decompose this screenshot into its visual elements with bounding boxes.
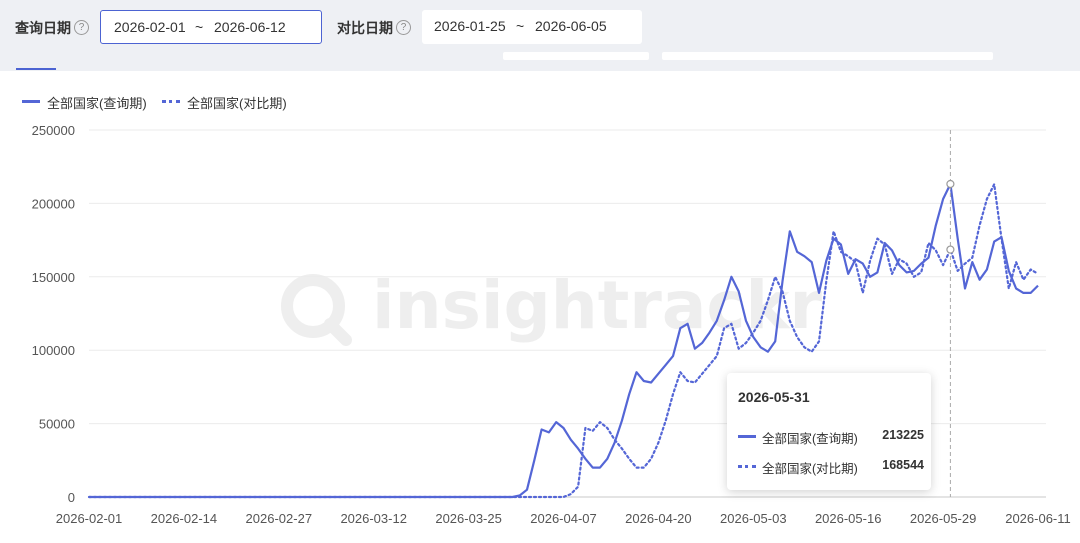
x-tick-label: 2026-03-25 [435, 511, 502, 526]
x-tick-label: 2026-05-29 [910, 511, 977, 526]
y-tick-label: 100000 [32, 343, 75, 358]
y-tick-label: 0 [68, 490, 75, 505]
x-tick-label: 2026-02-27 [246, 511, 313, 526]
tooltip-value: 213225 [882, 428, 924, 442]
hover-point [946, 245, 955, 254]
y-tick-label: 200000 [32, 196, 75, 211]
y-tick-label: 50000 [39, 417, 75, 432]
x-tick-label: 2026-06-11 [1005, 511, 1071, 526]
hover-point [946, 179, 955, 189]
y-tick-label: 250000 [32, 123, 75, 138]
x-tick-label: 2026-03-12 [340, 511, 407, 526]
tooltip-series-name: 全部国家(对比期) [762, 462, 858, 476]
x-tick-label: 2026-04-20 [625, 511, 692, 526]
tooltip-dotted-line-icon [738, 465, 756, 468]
chart-tooltip: 2026-05-31 全部国家(查询期) 213225 全部国家(对比期) 16… [727, 373, 931, 490]
x-tick-label: 2026-05-16 [815, 511, 882, 526]
x-tick-label: 2026-02-14 [151, 511, 218, 526]
watermark-text: insightrackr [372, 267, 822, 344]
tooltip-solid-line-icon [738, 435, 756, 438]
x-tick-label: 2026-04-07 [530, 511, 597, 526]
tooltip-value: 168544 [882, 458, 924, 472]
tooltip-row-query: 全部国家(查询期) 213225 [738, 428, 924, 446]
watermark-icon [324, 318, 352, 346]
x-tick-label: 2026-05-03 [720, 511, 787, 526]
tooltip-row-compare: 全部国家(对比期) 168544 [738, 458, 924, 476]
tooltip-series-name: 全部国家(查询期) [762, 432, 858, 446]
tooltip-date: 2026-05-31 [738, 389, 810, 405]
x-tick-label: 2026-02-01 [56, 511, 123, 526]
y-tick-label: 150000 [32, 270, 75, 285]
